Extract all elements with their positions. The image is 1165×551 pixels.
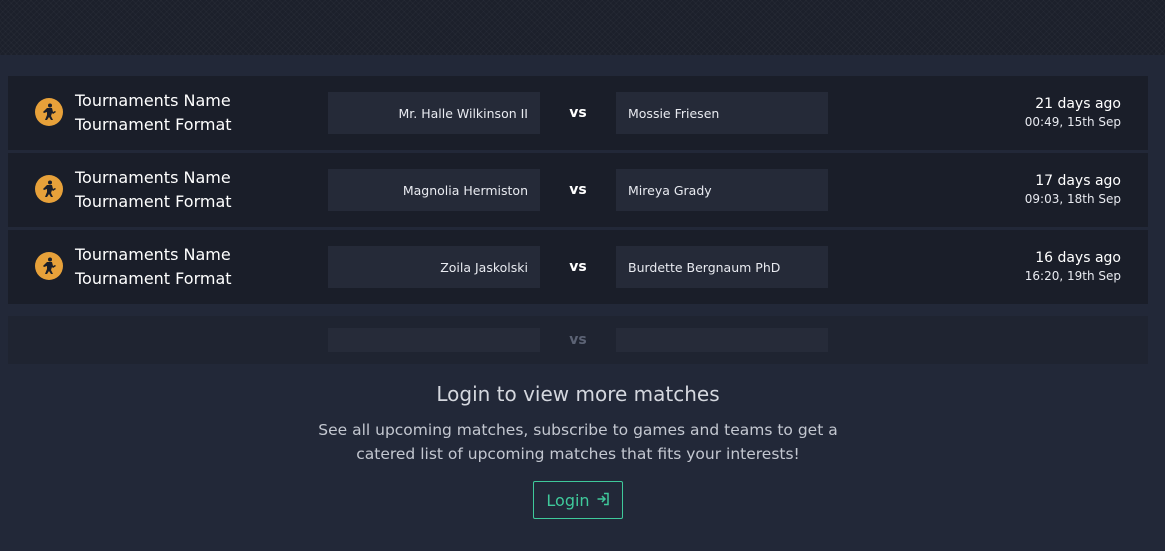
match-list: Tournaments Name Tournament Format Mr. H…: [8, 76, 1148, 307]
login-title: Login to view more matches: [436, 382, 720, 406]
match-row[interactable]: Tournaments Name Tournament Format Zoila…: [8, 230, 1148, 304]
vs-label: vs: [569, 259, 587, 275]
counter-strike-icon: [35, 252, 63, 280]
team-right[interactable]: Mireya Grady: [616, 169, 828, 211]
vs-label: vs: [569, 105, 587, 121]
tournament-name: Tournaments Name: [75, 245, 231, 264]
tournament-info: Tournaments Name Tournament Format: [75, 89, 232, 137]
team-left[interactable]: Mr. Halle Wilkinson II: [328, 92, 540, 134]
team-left[interactable]: Zoila Jaskolski: [328, 246, 540, 288]
counter-strike-icon: [35, 98, 63, 126]
match-row[interactable]: Tournaments Name Tournament Format Mr. H…: [8, 76, 1148, 150]
team-right[interactable]: Mossie Friesen: [616, 92, 828, 134]
login-button[interactable]: Login: [533, 481, 623, 519]
placeholder-team-right: [616, 328, 828, 352]
time-ago: 17 days ago: [1035, 173, 1121, 189]
time-ago: 16 days ago: [1035, 250, 1121, 266]
tournament-name: Tournaments Name: [75, 168, 231, 187]
match-date: 09:03, 18th Sep: [1024, 192, 1121, 206]
tournament-info: Tournaments Name Tournament Format: [75, 243, 232, 291]
match-row[interactable]: Tournaments Name Tournament Format Magno…: [8, 153, 1148, 227]
login-button-label: Login: [546, 490, 590, 510]
tournament-format: Tournament Format: [75, 269, 232, 288]
tournament-format: Tournament Format: [75, 192, 232, 211]
counter-strike-icon: [35, 175, 63, 203]
match-time: 16 days ago 16:20, 19th Sep: [1025, 249, 1121, 285]
time-ago: 21 days ago: [1035, 96, 1121, 112]
match-date: 16:20, 19th Sep: [1024, 269, 1121, 283]
match-time: 21 days ago 00:49, 15th Sep: [1025, 95, 1121, 131]
placeholder-vs-label: vs: [569, 332, 587, 348]
login-prompt: Login to view more matches See all upcom…: [0, 380, 1156, 519]
top-navigation-bar: [0, 0, 1165, 55]
placeholder-team-left: [328, 328, 540, 352]
match-time: 17 days ago 09:03, 18th Sep: [1025, 172, 1121, 208]
login-description: See all upcoming matches, subscribe to g…: [318, 421, 838, 463]
tournament-name: Tournaments Name: [75, 91, 231, 110]
tournament-info: Tournaments Name Tournament Format: [75, 166, 232, 214]
placeholder-match-row: vs: [8, 316, 1148, 364]
tournament-format: Tournament Format: [75, 115, 232, 134]
match-date: 00:49, 15th Sep: [1024, 115, 1121, 129]
login-arrow-icon: [596, 491, 610, 510]
team-left[interactable]: Magnolia Hermiston: [328, 169, 540, 211]
vs-label: vs: [569, 182, 587, 198]
team-right[interactable]: Burdette Bergnaum PhD: [616, 246, 828, 288]
